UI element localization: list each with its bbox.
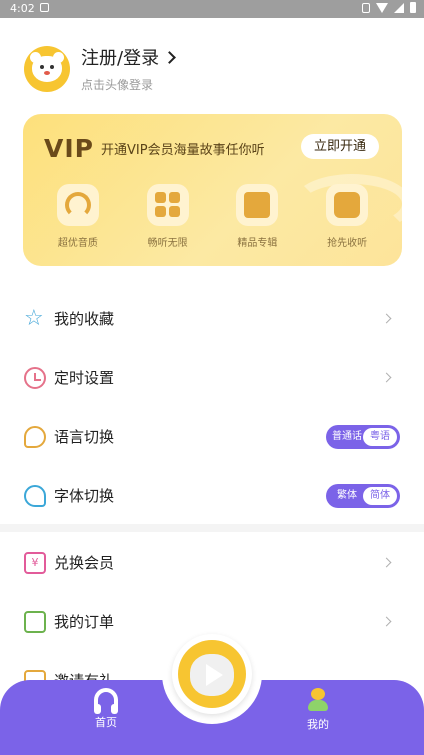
status-icons [362, 2, 416, 13]
benefit-unlimited: 畅听无限 [128, 184, 208, 249]
benefit-label: 超优音质 [57, 238, 98, 249]
menu-item-favorites[interactable]: ☆ 我的收藏 [0, 289, 424, 348]
menu-label: 字体切换 [54, 487, 115, 505]
play-icon [206, 664, 223, 686]
vibrate-icon [362, 2, 370, 13]
benefit-label: 抢先收听 [327, 238, 368, 249]
chevron-right-icon [381, 616, 392, 627]
menu-item-language: 语言切换 普通话 粤语 [0, 407, 424, 466]
login-link[interactable]: 注册/登录 [81, 44, 176, 70]
star-icon: ☆ [24, 305, 44, 331]
font-icon [24, 484, 46, 507]
chevron-right-icon [381, 313, 392, 324]
benefit-albums: 精品专辑 [217, 184, 297, 249]
user-icon [307, 688, 329, 712]
chevron-right-icon [381, 557, 392, 568]
vip-description: 开通VIP会员海量故事任你听 [101, 143, 265, 158]
language-icon [24, 425, 46, 448]
benefit-sound-quality: 超优音质 [38, 184, 118, 249]
grid-icon [146, 184, 189, 226]
benefit-label: 精品专辑 [237, 238, 278, 249]
vip-logo: VIP [44, 134, 94, 163]
headphone-icon [56, 184, 99, 226]
tab-home[interactable]: 首页 [76, 688, 136, 730]
menu-label: 我的收藏 [54, 310, 115, 328]
menu-label: 兑换会员 [54, 554, 115, 572]
tab-mine-label: 我的 [307, 718, 329, 731]
status-time: 4:02 [10, 2, 35, 15]
toggle-option-simplified[interactable]: 简体 [363, 486, 397, 505]
language-toggle[interactable]: 普通话 粤语 [326, 424, 400, 449]
notification-icon [40, 3, 49, 12]
toggle-option-traditional[interactable]: 繁体 [330, 484, 364, 508]
wifi-icon [376, 2, 388, 13]
login-title: 注册/登录 [81, 48, 160, 69]
toggle-option-cantonese[interactable]: 粤语 [363, 427, 397, 446]
menu-label: 定时设置 [54, 369, 115, 387]
tv-icon [326, 184, 369, 226]
book-icon [236, 184, 279, 226]
benefit-early-access: 抢先收听 [307, 184, 387, 249]
chevron-right-icon [381, 372, 392, 383]
menu-item-timer[interactable]: 定时设置 [0, 348, 424, 407]
vip-benefits: 超优音质 畅听无限 精品专辑 抢先收听 [23, 184, 402, 249]
menu-item-redeem[interactable]: ¥ 兑换会员 [0, 533, 424, 592]
status-bar: 4:02 [0, 0, 424, 18]
clipboard-icon [24, 610, 46, 633]
alarm-clock-icon [24, 366, 46, 389]
headphone-icon [94, 688, 118, 714]
vip-open-button[interactable]: 立即开通 [301, 134, 379, 159]
font-toggle[interactable]: 繁体 简体 [326, 483, 400, 508]
login-subtitle: 点击头像登录 [81, 78, 154, 92]
vip-card: VIP 开通VIP会员海量故事任你听 立即开通 超优音质 畅听无限 精品专辑 抢… [23, 114, 402, 266]
chevron-right-icon [163, 50, 176, 64]
toggle-option-mandarin[interactable]: 普通话 [330, 425, 364, 449]
signal-icon [394, 2, 404, 13]
section-divider [0, 524, 424, 532]
coupon-icon: ¥ [24, 551, 46, 574]
profile-header: 注册/登录 点击头像登录 [24, 44, 176, 93]
tab-home-label: 首页 [95, 716, 117, 729]
menu-item-font: 字体切换 繁体 简体 [0, 466, 424, 525]
menu-label: 语言切换 [54, 428, 115, 446]
avatar[interactable] [24, 45, 70, 92]
benefit-label: 畅听无限 [147, 238, 188, 249]
menu-label: 我的订单 [54, 613, 115, 631]
play-button[interactable] [172, 634, 252, 714]
tab-mine[interactable]: 我的 [288, 688, 348, 732]
battery-icon [410, 2, 416, 13]
